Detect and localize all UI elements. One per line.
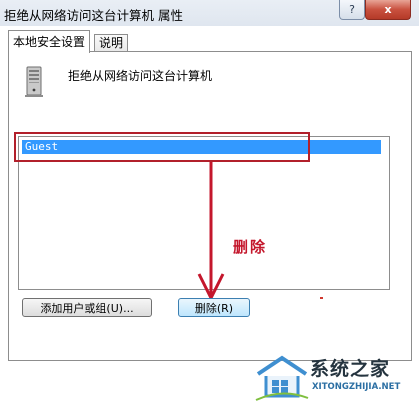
- delete-annotation: 删除: [233, 238, 268, 256]
- watermark-site-name: 系统之家: [310, 358, 391, 380]
- title-bar: 拒绝从网络访问这台计算机 属性 ? x: [0, 0, 419, 26]
- tab-explain[interactable]: 说明: [94, 34, 129, 52]
- house-logo-icon: [255, 355, 309, 401]
- tab-local-security-setting[interactable]: 本地安全设置: [8, 30, 91, 53]
- highlight-box: [14, 132, 310, 162]
- help-icon: ?: [349, 3, 355, 16]
- down-arrow-icon: [197, 162, 225, 302]
- add-user-or-group-button[interactable]: 添加用户或组(U)...: [22, 298, 152, 317]
- window-title: 拒绝从网络访问这台计算机 属性: [4, 8, 183, 23]
- watermark: 系统之家 XITONGZHIJIA.NET: [252, 354, 419, 406]
- remove-button[interactable]: 删除(R): [178, 298, 250, 317]
- server-icon: [25, 66, 43, 97]
- help-button[interactable]: ?: [339, 0, 365, 20]
- close-icon: x: [384, 3, 392, 16]
- policy-title: 拒绝从网络访问这台计算机: [68, 69, 213, 83]
- close-button[interactable]: x: [365, 0, 411, 20]
- annotation-dot: [320, 297, 323, 299]
- watermark-url: XITONGZHIJIA.NET: [312, 382, 401, 392]
